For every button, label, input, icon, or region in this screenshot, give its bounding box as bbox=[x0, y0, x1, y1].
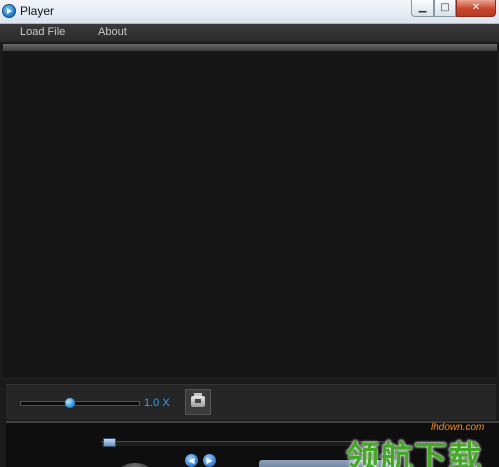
app-play-icon bbox=[2, 4, 16, 18]
camera-icon bbox=[191, 393, 205, 407]
watermark: lhdown.com 领航下载 bbox=[338, 420, 499, 467]
minimize-button[interactable]: ▁ bbox=[411, 0, 434, 17]
window-title: Player bbox=[20, 4, 55, 18]
title-bar[interactable]: Player ▁ □ ✕ bbox=[0, 0, 499, 24]
menu-item-load-file[interactable]: Load File bbox=[20, 26, 65, 38]
video-display[interactable] bbox=[3, 51, 497, 377]
speed-value-label: 1.0 X bbox=[144, 397, 170, 409]
maximize-button[interactable]: □ bbox=[434, 0, 456, 17]
menu-bar: Load File About bbox=[0, 24, 499, 42]
control-panel: 1.0 X bbox=[6, 384, 496, 420]
menu-item-about[interactable]: About bbox=[98, 26, 127, 38]
previous-button[interactable]: ◀ bbox=[185, 454, 198, 467]
video-frame bbox=[3, 44, 497, 377]
snapshot-button[interactable] bbox=[185, 389, 211, 415]
close-button[interactable]: ✕ bbox=[456, 0, 496, 17]
volume-knob[interactable] bbox=[118, 463, 152, 467]
speed-slider-thumb[interactable] bbox=[65, 398, 75, 408]
watermark-logo-text: 领航下载 bbox=[346, 438, 482, 467]
speed-slider-track[interactable] bbox=[20, 401, 140, 406]
player-window: Player ▁ □ ✕ Load File About 1.0 X ◀ ▶ l… bbox=[0, 0, 499, 467]
video-top-bar bbox=[3, 44, 497, 51]
next-button[interactable]: ▶ bbox=[203, 454, 216, 467]
progress-slider-thumb[interactable] bbox=[103, 438, 116, 447]
